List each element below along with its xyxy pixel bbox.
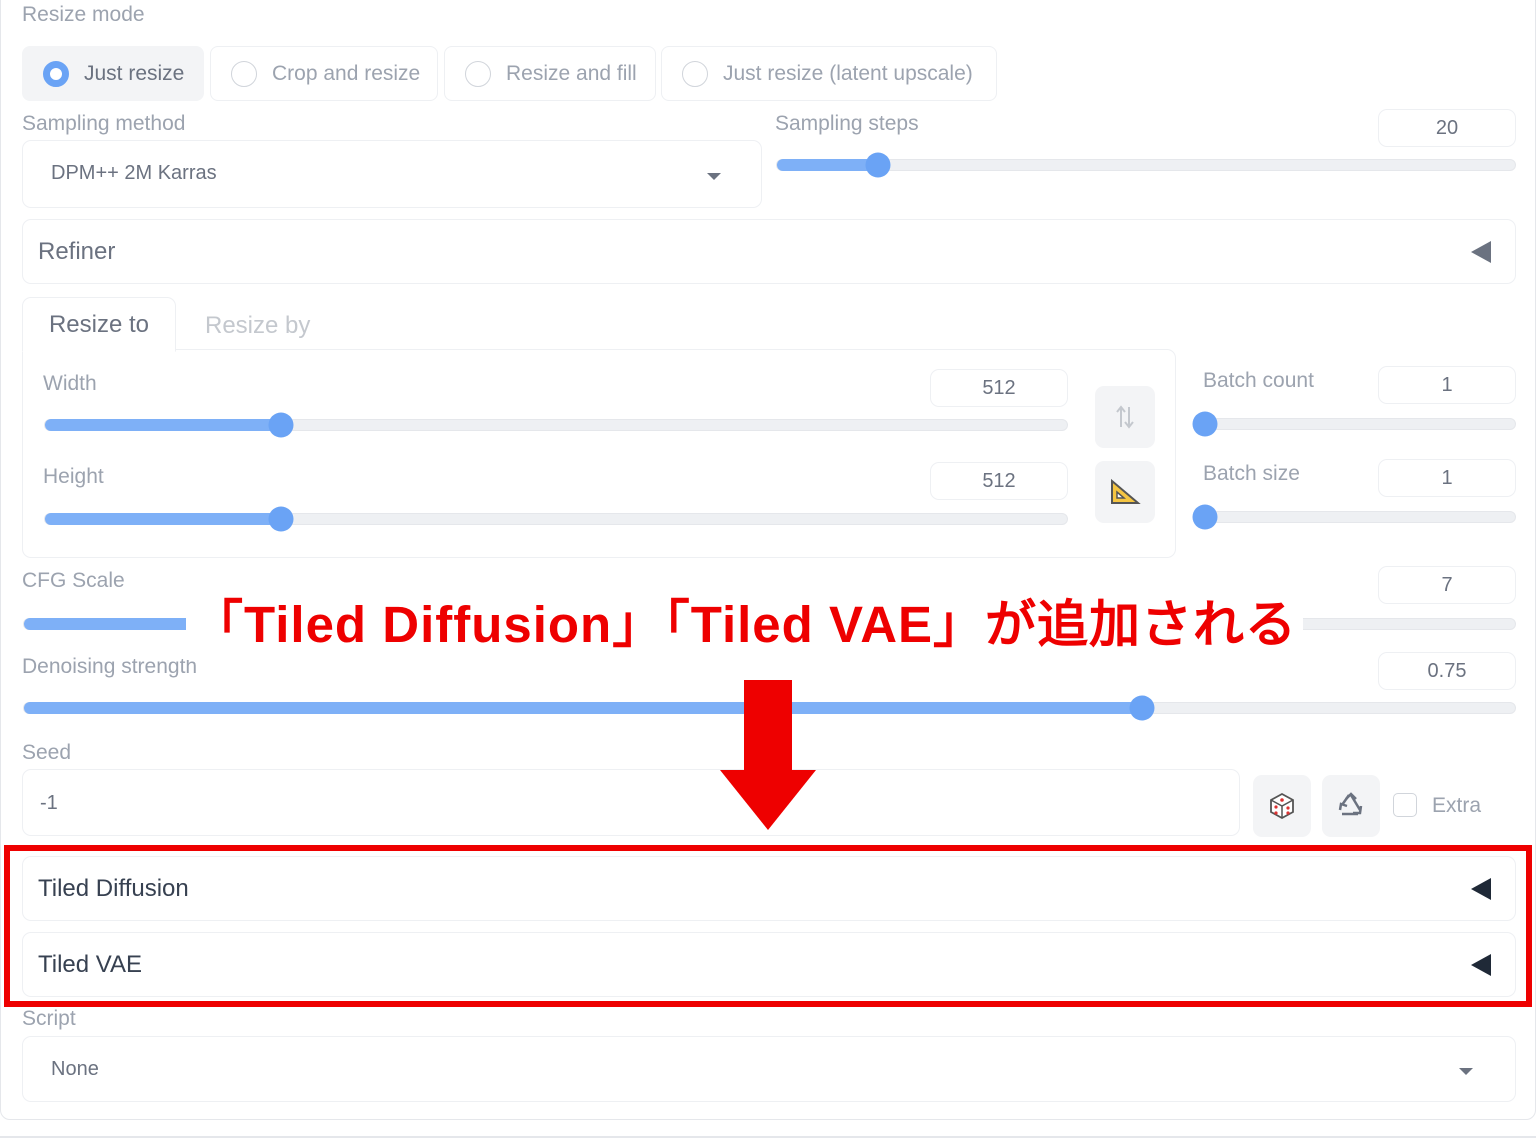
batch-count-label: Batch count [1203, 369, 1314, 392]
slider-thumb[interactable] [865, 152, 891, 178]
sampling-method-label: Sampling method [22, 112, 186, 135]
chevron-down-icon [1459, 1068, 1473, 1075]
random-seed-button[interactable] [1253, 775, 1311, 837]
script-dropdown[interactable]: None [22, 1036, 1516, 1102]
width-slider[interactable] [44, 412, 1068, 438]
sampling-steps-slider[interactable] [776, 152, 1516, 178]
dice-icon [1270, 792, 1294, 820]
height-slider[interactable] [44, 506, 1068, 532]
resize-mode-label: Resize mode [22, 3, 145, 26]
radio-selected-icon [43, 60, 69, 87]
denoising-input[interactable]: 0.75 [1378, 652, 1516, 690]
slider-fill [777, 159, 879, 171]
seed-label: Seed [22, 741, 72, 764]
radio-just-resize-latent[interactable]: Just resize (latent upscale) [661, 46, 997, 101]
script-value: None [51, 1058, 99, 1080]
slider-thumb[interactable] [1192, 411, 1218, 437]
width-label: Width [43, 372, 97, 395]
width-input[interactable]: 512 [930, 369, 1068, 407]
slider-fill [45, 419, 282, 431]
sampling-method-value: DPM++ 2M Karras [51, 162, 217, 184]
batch-count-slider[interactable] [1192, 411, 1516, 437]
batch-count-input[interactable]: 1 [1378, 366, 1516, 404]
sampling-steps-input[interactable]: 20 [1378, 109, 1516, 147]
collapse-arrow-icon [1471, 240, 1491, 263]
sampling-steps-label: Sampling steps [775, 112, 919, 135]
seed-input[interactable]: -1 [22, 769, 1240, 836]
swap-dimensions-button[interactable] [1095, 386, 1155, 448]
recycle-icon [1338, 792, 1363, 816]
divider [0, 1136, 1536, 1138]
height-input[interactable]: 512 [930, 462, 1068, 500]
reuse-seed-button[interactable] [1322, 775, 1380, 837]
slider-thumb[interactable] [268, 506, 294, 532]
slider-thumb[interactable] [1192, 504, 1218, 530]
batch-size-label: Batch size [1203, 462, 1300, 485]
batch-size-slider[interactable] [1192, 504, 1516, 530]
cfg-scale-label: CFG Scale [22, 569, 125, 592]
slider-thumb[interactable] [1129, 695, 1155, 721]
extra-checkbox[interactable] [1393, 793, 1417, 817]
swap-arrows-icon [1116, 405, 1134, 429]
highlight-frame [4, 845, 1532, 1007]
radio-icon [465, 60, 491, 87]
radio-crop-and-resize[interactable]: Crop and resize [210, 46, 438, 101]
sampling-method-dropdown[interactable]: DPM++ 2M Karras [22, 140, 762, 208]
slider-fill [24, 702, 1143, 714]
aspect-ratio-button[interactable] [1095, 461, 1155, 523]
script-label: Script [22, 1007, 76, 1030]
extra-label: Extra [1432, 794, 1482, 817]
annotation-text: 「Tiled Diffusion」「Tiled VAE」が追加される [186, 590, 1304, 660]
denoising-label: Denoising strength [22, 655, 198, 678]
radio-label: Just resize (latent upscale) [723, 61, 973, 85]
chevron-down-icon [707, 173, 721, 180]
height-label: Height [43, 465, 104, 488]
cfg-scale-input[interactable]: 7 [1378, 566, 1516, 604]
radio-label: Just resize [84, 61, 185, 85]
radio-icon [682, 60, 708, 87]
down-arrow-icon [720, 680, 816, 830]
triangle-ruler-icon [1111, 478, 1141, 504]
radio-icon [231, 60, 257, 87]
seed-value: -1 [40, 792, 58, 814]
batch-size-input[interactable]: 1 [1378, 459, 1516, 497]
radio-resize-and-fill[interactable]: Resize and fill [444, 46, 656, 101]
radio-label: Crop and resize [272, 61, 421, 85]
tab-resize-to[interactable]: Resize to [22, 297, 176, 352]
refiner-title: Refiner [38, 237, 116, 265]
slider-thumb[interactable] [268, 412, 294, 438]
tab-resize-by[interactable]: Resize by [205, 312, 310, 340]
slider-fill [45, 513, 282, 525]
radio-just-resize[interactable]: Just resize [22, 46, 204, 101]
refiner-accordion[interactable]: Refiner [22, 219, 1516, 284]
radio-label: Resize and fill [506, 61, 637, 85]
